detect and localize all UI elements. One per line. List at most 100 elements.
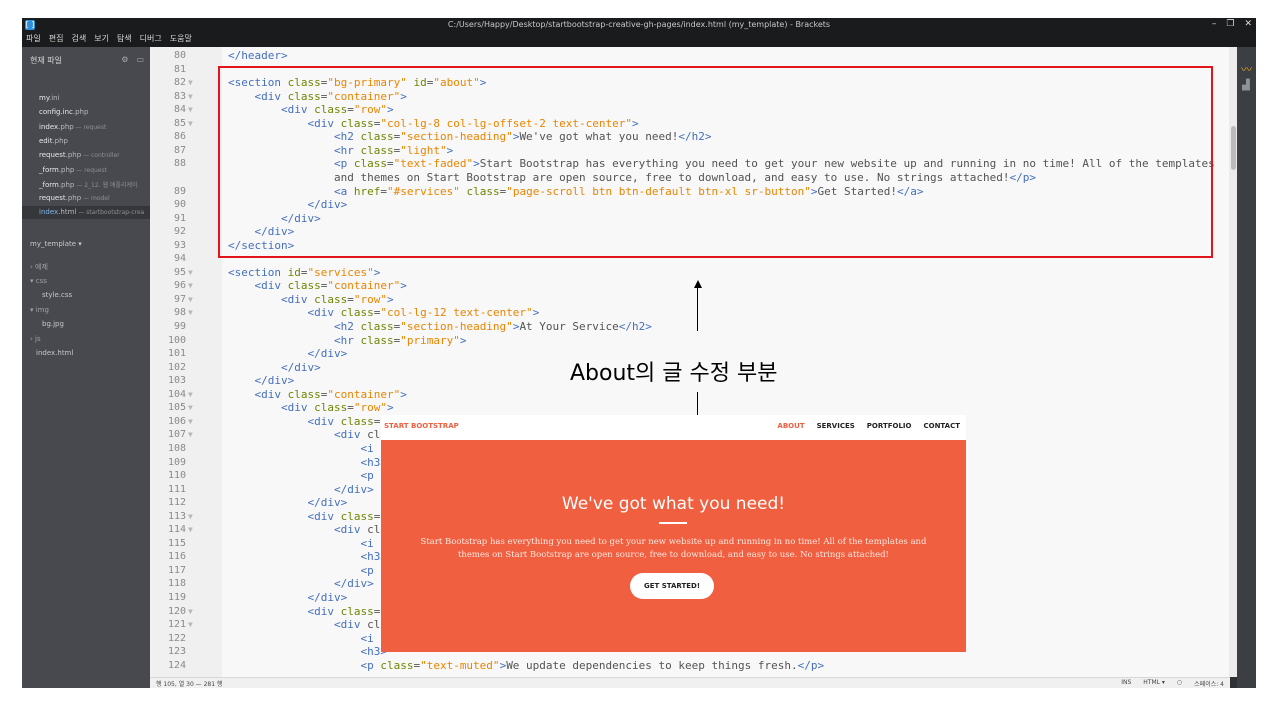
code-line[interactable]: 95 ▼ <section id="services"> xyxy=(150,266,1230,280)
preview-nav-services[interactable]: SERVICES xyxy=(817,422,855,430)
minimize-button[interactable]: – xyxy=(1212,19,1217,29)
language-select[interactable]: HTML ▾ xyxy=(1143,679,1165,688)
code-line[interactable]: 97 ▼ <div class="row"> xyxy=(150,293,1230,307)
fold-toggle-icon[interactable]: ▼ xyxy=(188,415,193,429)
menu-view[interactable]: 보기 xyxy=(94,33,109,47)
menu-edit[interactable]: 편집 xyxy=(49,33,64,47)
code-text: </div> xyxy=(333,482,374,496)
working-file-item[interactable]: request.php — model xyxy=(39,194,110,202)
menu-file[interactable]: 파일 xyxy=(26,33,41,47)
code-text: </div> xyxy=(280,360,321,374)
fold-toggle-icon[interactable]: ▼ xyxy=(188,90,193,104)
gear-icon[interactable]: ⚙ xyxy=(121,55,128,64)
fold-toggle-icon[interactable]: ▼ xyxy=(188,279,193,293)
code-text: <div cl xyxy=(333,618,381,632)
line-number: 82 xyxy=(173,77,186,89)
code-line[interactable]: 99 <h2 class="section-heading">At Your S… xyxy=(150,320,1230,334)
working-file-item[interactable]: index.php — request xyxy=(39,123,106,131)
tree-item[interactable]: style.css xyxy=(42,291,72,299)
line-number: 84 xyxy=(173,104,186,116)
file-name: config.inc xyxy=(39,108,73,117)
working-file-item[interactable]: _form.php — 2_12. 웹 애플리케이 xyxy=(39,180,138,189)
menu-bar: 파일 편집 검색 보기 탐색 디버그 도움말 xyxy=(22,33,1256,47)
tree-item[interactable]: index.html xyxy=(36,349,73,357)
menu-debug[interactable]: 디버그 xyxy=(140,33,162,47)
code-text: <div class="row"> xyxy=(280,292,394,306)
code-text: </div> xyxy=(254,374,295,388)
code-text: </header> xyxy=(228,49,288,62)
tree-item[interactable]: bg.jpg xyxy=(42,320,64,328)
line-number: 98 xyxy=(173,307,186,319)
working-file-item[interactable]: _form.php — request xyxy=(39,166,107,174)
preview-nav-portfolio[interactable]: PORTFOLIO xyxy=(867,422,912,430)
code-line[interactable]: 80 </header> xyxy=(150,49,1230,63)
line-number: 87 xyxy=(173,144,186,156)
preview-nav-about[interactable]: ABOUT xyxy=(777,422,804,430)
fold-toggle-icon[interactable]: ▼ xyxy=(188,266,193,280)
code-line[interactable]: 104 ▼ <div class="container"> xyxy=(150,388,1230,402)
fold-toggle-icon[interactable]: ▼ xyxy=(188,401,193,415)
tree-item[interactable]: ▾ img xyxy=(30,306,49,314)
fold-toggle-icon[interactable]: ▼ xyxy=(188,618,193,632)
code-line[interactable]: 100 <hr class="primary"> xyxy=(150,334,1230,348)
working-file-item[interactable]: my.ini xyxy=(39,94,60,102)
file-ext: .php xyxy=(58,165,75,174)
code-text: <h3> xyxy=(360,645,387,659)
fold-toggle-icon[interactable]: ▼ xyxy=(188,293,193,307)
code-text: <i c xyxy=(360,441,387,455)
code-text: <h2 class="section-heading">At Your Serv… xyxy=(333,320,652,333)
code-text: <div class="col-lg-12 text-center"> xyxy=(307,306,540,320)
preview-divider xyxy=(659,522,687,524)
code-text: <div class="row"> xyxy=(280,401,394,415)
window-controls: – ❐ ✕ xyxy=(1212,19,1252,29)
file-ext: .php xyxy=(58,180,75,189)
code-text: <h3> xyxy=(360,455,387,469)
line-number: 94 xyxy=(173,253,186,265)
line-number: 121 xyxy=(167,619,186,631)
code-text: <i c xyxy=(360,631,387,645)
code-line[interactable]: 105 ▼ <div class="row"> xyxy=(150,401,1230,415)
highlight-box xyxy=(218,66,1213,258)
line-number: 114 xyxy=(167,524,186,536)
tree-item[interactable]: › js xyxy=(30,335,41,343)
line-number: 97 xyxy=(173,293,186,305)
line-number: 108 xyxy=(167,442,186,454)
working-file-item[interactable]: edit.php xyxy=(39,137,68,145)
fold-toggle-icon[interactable]: ▼ xyxy=(188,306,193,320)
menu-help[interactable]: 도움말 xyxy=(170,33,192,47)
menu-find[interactable]: 검색 xyxy=(71,33,86,47)
line-number: 88 xyxy=(173,158,186,170)
preview-brand[interactable]: START BOOTSTRAP xyxy=(384,422,459,430)
fold-toggle-icon[interactable]: ▼ xyxy=(188,605,193,619)
preview-get-started-button[interactable]: GET STARTED! xyxy=(630,573,714,599)
close-button[interactable]: ✕ xyxy=(1244,19,1252,29)
tree-item[interactable]: ▾ css xyxy=(30,277,47,285)
menu-navigate[interactable]: 탐색 xyxy=(117,33,132,47)
fold-toggle-icon[interactable]: ▼ xyxy=(188,103,193,117)
live-preview-icon[interactable]: 〰 xyxy=(1241,61,1252,77)
code-line[interactable]: 96 ▼ <div class="container"> xyxy=(150,279,1230,293)
fold-toggle-icon[interactable]: ▼ xyxy=(188,117,193,131)
extension-manager-icon[interactable]: ▟ xyxy=(1242,80,1250,91)
fold-toggle-icon[interactable]: ▼ xyxy=(188,388,193,402)
maximize-button[interactable]: ❐ xyxy=(1226,19,1234,29)
working-file-item[interactable]: request.php — controller xyxy=(39,151,120,159)
sidebar: 현재 파일 ⚙ ▭ my.ini config.inc.php index.php … xyxy=(22,47,150,688)
code-line[interactable]: 124 <p class="text-muted">We update depe… xyxy=(150,659,1230,673)
insert-mode[interactable]: INS xyxy=(1121,679,1131,688)
split-view-icon[interactable]: ▭ xyxy=(136,55,144,64)
indent-setting[interactable]: 스페이스: 4 xyxy=(1194,679,1224,688)
fold-toggle-icon[interactable]: ▼ xyxy=(188,523,193,537)
project-dropdown[interactable]: my_template ▾ xyxy=(30,240,82,248)
linter-status-icon[interactable]: ○ xyxy=(1177,679,1182,688)
preview-nav-contact[interactable]: CONTACT xyxy=(923,422,960,430)
fold-toggle-icon[interactable]: ▼ xyxy=(188,428,193,442)
fold-toggle-icon[interactable]: ▼ xyxy=(188,76,193,90)
line-number: 111 xyxy=(167,483,186,495)
fold-toggle-icon[interactable]: ▼ xyxy=(188,510,193,524)
working-file-item[interactable]: config.inc.php xyxy=(39,108,88,116)
working-file-item[interactable]: index.html — startbootstrap-crea xyxy=(39,208,144,216)
scrollbar-thumb[interactable] xyxy=(1231,126,1236,170)
code-line[interactable]: 98 ▼ <div class="col-lg-12 text-center"> xyxy=(150,306,1230,320)
tree-item[interactable]: › 예제 xyxy=(30,262,48,272)
